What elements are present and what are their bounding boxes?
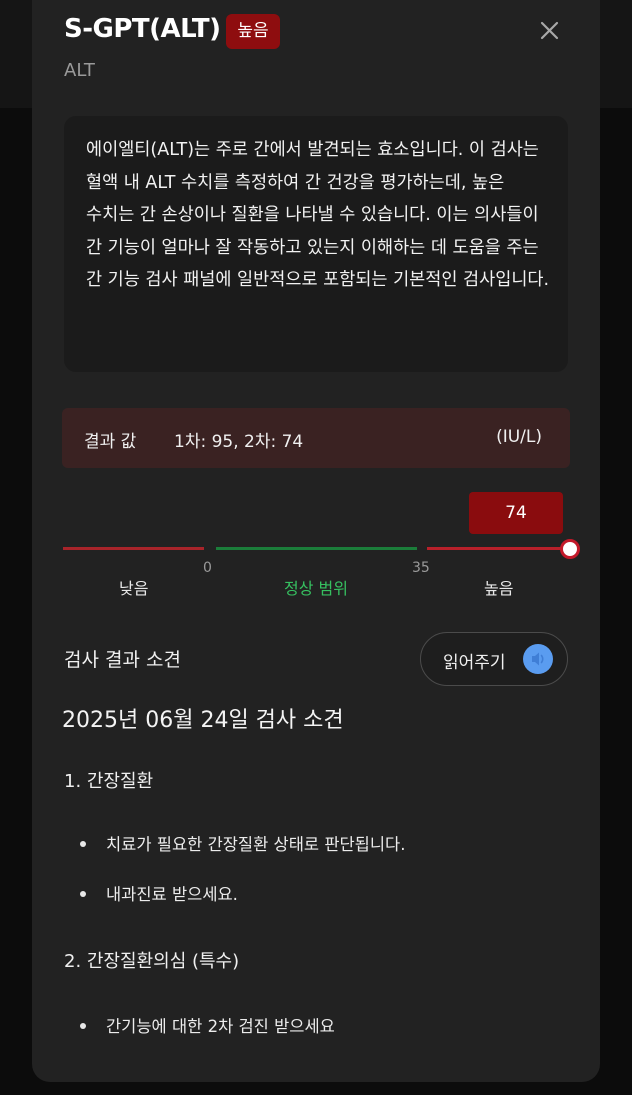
report-date-title: 2025년 06월 24일 검사 소견 <box>62 708 344 733</box>
bullet-icon <box>80 890 86 897</box>
result-label: 결과 값 <box>84 432 137 452</box>
detail-panel: S-GPT(ALT) 높음 ALT 에이엘티(ALT)는 주로 간에서 발견되는… <box>32 0 600 1082</box>
gauge-segment-normal <box>216 547 417 550</box>
finding-item: 간기능에 대한 2차 검진 받으세요 <box>80 1013 335 1037</box>
read-aloud-label: 읽어주기 <box>443 653 506 673</box>
close-icon[interactable] <box>537 18 563 44</box>
result-box: 결과 값 1차: 95, 2차: 74 (IU/L) <box>62 408 570 468</box>
result-value: 1차: 95, 2차: 74 <box>174 432 304 452</box>
finding-heading: 1. 간장질환 <box>64 771 154 792</box>
description-text: 에이엘티(ALT)는 주로 간에서 발견되는 효소입니다. 이 검사는 혈액 내… <box>86 140 550 290</box>
opinion-section-title: 검사 결과 소견 <box>64 649 181 671</box>
gauge-marker <box>560 539 580 559</box>
finding-item-text: 치료가 필요한 간장질환 상태로 판단됩니다. <box>106 835 406 854</box>
finding-item-text: 내과진료 받으세요. <box>106 885 238 904</box>
finding-item-text: 간기능에 대한 2차 검진 받으세요 <box>106 1017 335 1036</box>
speaker-icon-graphic <box>532 652 544 666</box>
bullet-icon <box>80 1022 86 1029</box>
read-aloud-button[interactable]: 읽어주기 <box>420 632 568 686</box>
result-unit: (IU/L) <box>496 427 542 447</box>
range-label-low: 낮음 <box>119 579 149 598</box>
range-label-high: 높음 <box>484 579 514 598</box>
gauge-segment-high <box>427 547 573 550</box>
page-title: S-GPT(ALT) <box>64 14 221 44</box>
finding-item: 치료가 필요한 간장질환 상태로 판단됩니다. <box>80 831 405 855</box>
speaker-icon <box>523 644 553 674</box>
close-icon-graphic <box>540 21 559 40</box>
gauge-tick-min: 0 <box>203 560 212 576</box>
status-badge: 높음 <box>226 14 280 49</box>
finding-heading: 2. 간장질환의심 (특수) <box>64 951 240 972</box>
current-value-bubble: 74 <box>469 492 563 534</box>
description-card: 에이엘티(ALT)는 주로 간에서 발견되는 효소입니다. 이 검사는 혈액 내… <box>64 116 568 372</box>
gauge-segment-low <box>63 547 204 550</box>
test-code: ALT <box>64 60 95 81</box>
gauge-tick-max: 35 <box>412 560 430 576</box>
finding-item: 내과진료 받으세요. <box>80 881 238 905</box>
bullet-icon <box>80 840 86 847</box>
range-label-normal: 정상 범위 <box>284 579 348 598</box>
